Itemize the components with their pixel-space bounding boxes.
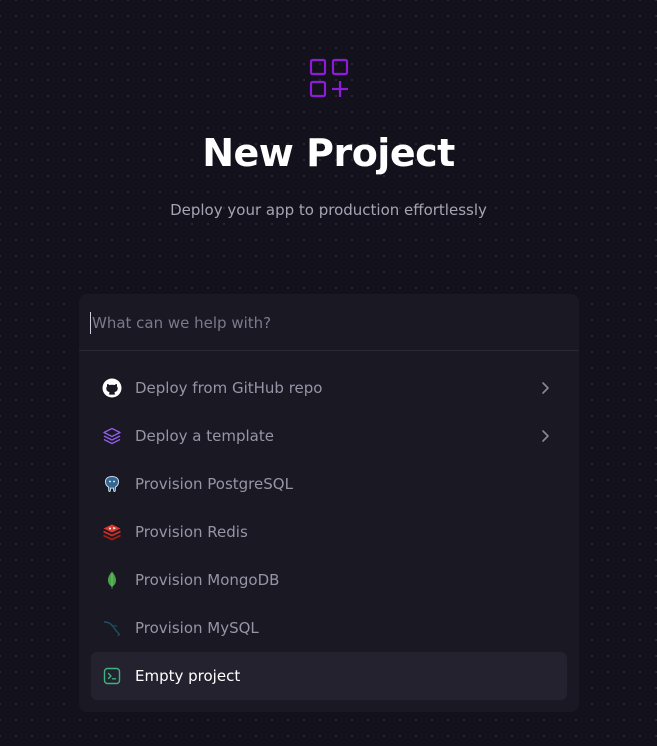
chevron-right-icon: [542, 382, 549, 394]
menu-item-empty-project[interactable]: Empty project: [91, 652, 567, 700]
menu-item-label: Empty project: [135, 667, 241, 685]
search-bar: [79, 294, 579, 351]
layers-icon: [101, 425, 123, 447]
grid-plus-icon: [309, 58, 349, 98]
redis-icon: [101, 521, 123, 543]
menu-item-provision-redis[interactable]: Provision Redis: [91, 508, 567, 556]
menu-item-deploy-github[interactable]: Deploy from GitHub repo: [91, 364, 567, 412]
menu-item-label: Provision MongoDB: [135, 571, 280, 589]
menu-item-provision-mysql[interactable]: Provision MySQL: [91, 604, 567, 652]
menu-item-label: Deploy a template: [135, 427, 274, 445]
command-panel: Deploy from GitHub repo Deploy a templat…: [79, 294, 579, 712]
project-options-list: Deploy from GitHub repo Deploy a templat…: [91, 364, 567, 700]
menu-item-provision-postgresql[interactable]: Provision PostgreSQL: [91, 460, 567, 508]
terminal-icon: [101, 665, 123, 687]
mongodb-icon: [101, 569, 123, 591]
menu-item-label: Provision Redis: [135, 523, 248, 541]
page-title: New Project: [202, 131, 455, 175]
menu-item-label: Provision MySQL: [135, 619, 259, 637]
menu-item-provision-mongodb[interactable]: Provision MongoDB: [91, 556, 567, 604]
mysql-icon: [101, 617, 123, 639]
page-subtitle: Deploy your app to production effortless…: [170, 201, 487, 219]
search-input[interactable]: [90, 312, 562, 334]
menu-item-label: Provision PostgreSQL: [135, 475, 293, 493]
menu-item-deploy-template[interactable]: Deploy a template: [91, 412, 567, 460]
menu-item-label: Deploy from GitHub repo: [135, 379, 323, 397]
postgresql-icon: [101, 473, 123, 495]
chevron-right-icon: [542, 430, 549, 442]
github-icon: [101, 377, 123, 399]
